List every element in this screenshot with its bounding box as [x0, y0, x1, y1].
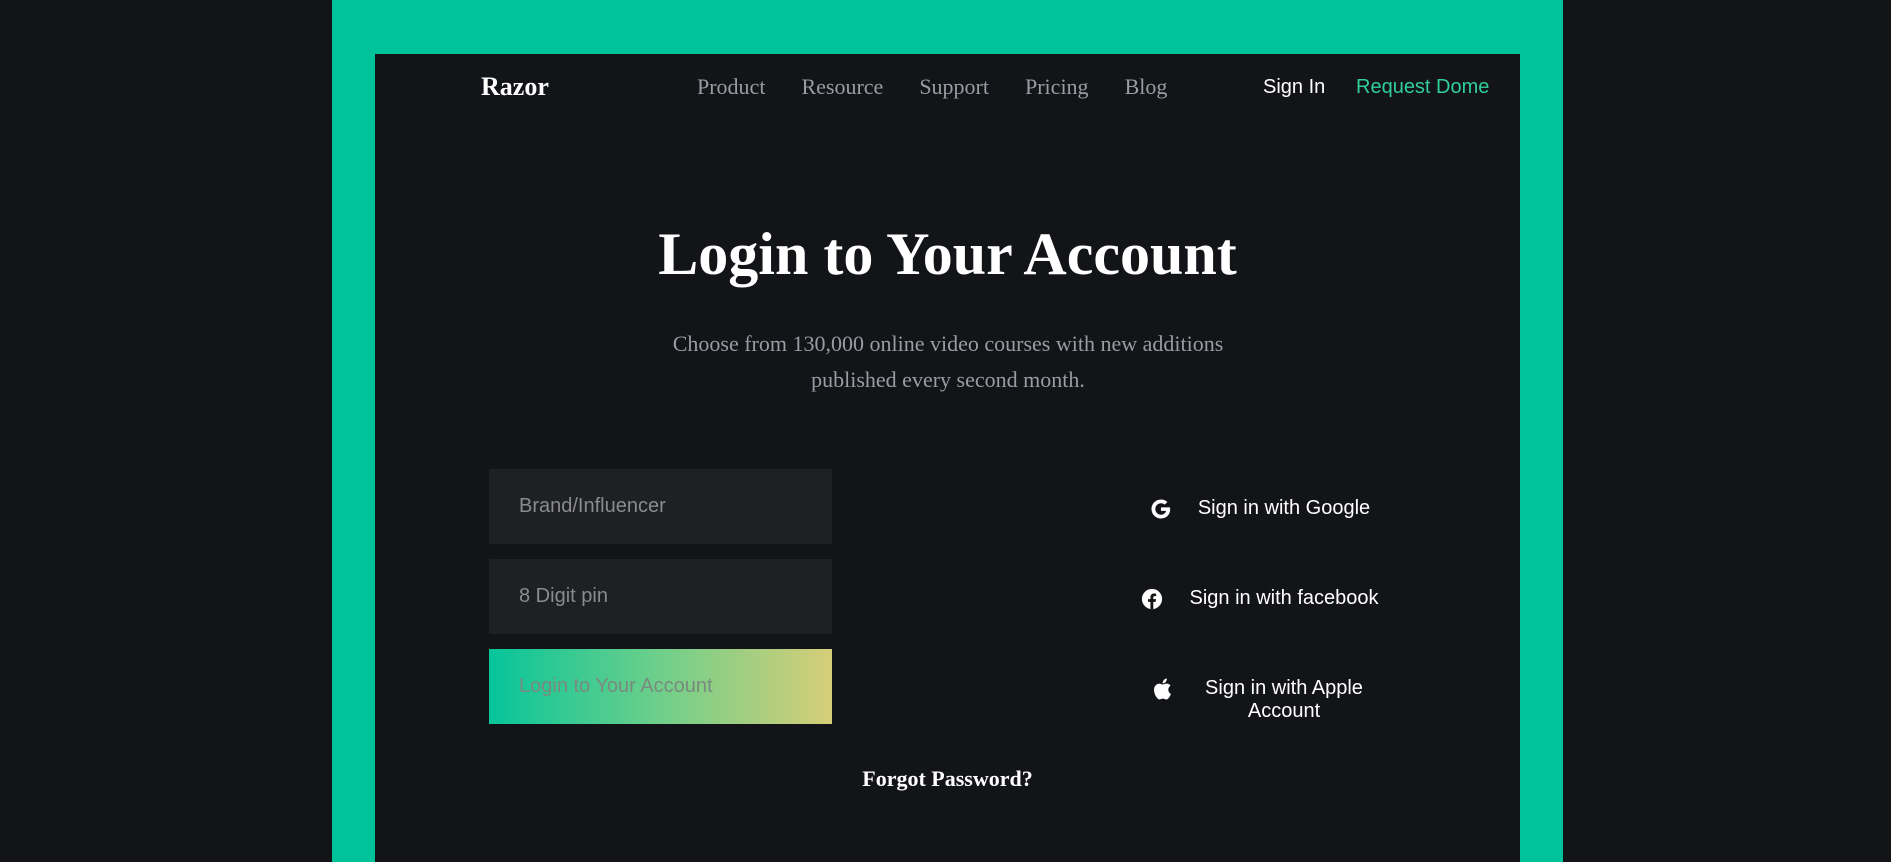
- login-button[interactable]: Login to Your Account: [489, 649, 832, 724]
- google-icon: [1150, 498, 1172, 520]
- apple-signin-button[interactable]: Sign in with Apple Account: [1095, 677, 1425, 723]
- nav-item-support[interactable]: Support: [919, 74, 989, 100]
- sign-in-link[interactable]: Sign In: [1263, 76, 1325, 99]
- apple-icon: [1151, 678, 1173, 700]
- brand-logo[interactable]: Razor: [481, 72, 549, 102]
- request-demo-link[interactable]: Request Dome: [1356, 76, 1489, 99]
- page-title: Login to Your Account: [658, 221, 1237, 287]
- facebook-icon: [1141, 588, 1163, 610]
- brand-influencer-input[interactable]: [489, 469, 832, 544]
- main-nav: Product Resource Support Pricing Blog: [697, 74, 1167, 100]
- nav-item-resource[interactable]: Resource: [801, 74, 883, 100]
- google-signin-button[interactable]: Sign in with Google: [1095, 497, 1425, 520]
- forgot-password-link[interactable]: Forgot Password?: [375, 766, 1520, 792]
- google-signin-label: Sign in with Google: [1197, 497, 1371, 519]
- nav-item-pricing[interactable]: Pricing: [1025, 74, 1089, 100]
- nav-item-blog[interactable]: Blog: [1125, 74, 1168, 100]
- facebook-signin-label: Sign in with facebook: [1189, 587, 1379, 609]
- login-panel: Razor Product Resource Support Pricing B…: [375, 54, 1520, 862]
- pin-input[interactable]: [489, 559, 832, 634]
- facebook-signin-button[interactable]: Sign in with facebook: [1095, 587, 1425, 610]
- nav-item-product[interactable]: Product: [697, 74, 765, 100]
- apple-signin-label: Sign in with Apple Account: [1205, 677, 1363, 722]
- page-subtitle: Choose from 130,000 online video courses…: [672, 331, 1224, 392]
